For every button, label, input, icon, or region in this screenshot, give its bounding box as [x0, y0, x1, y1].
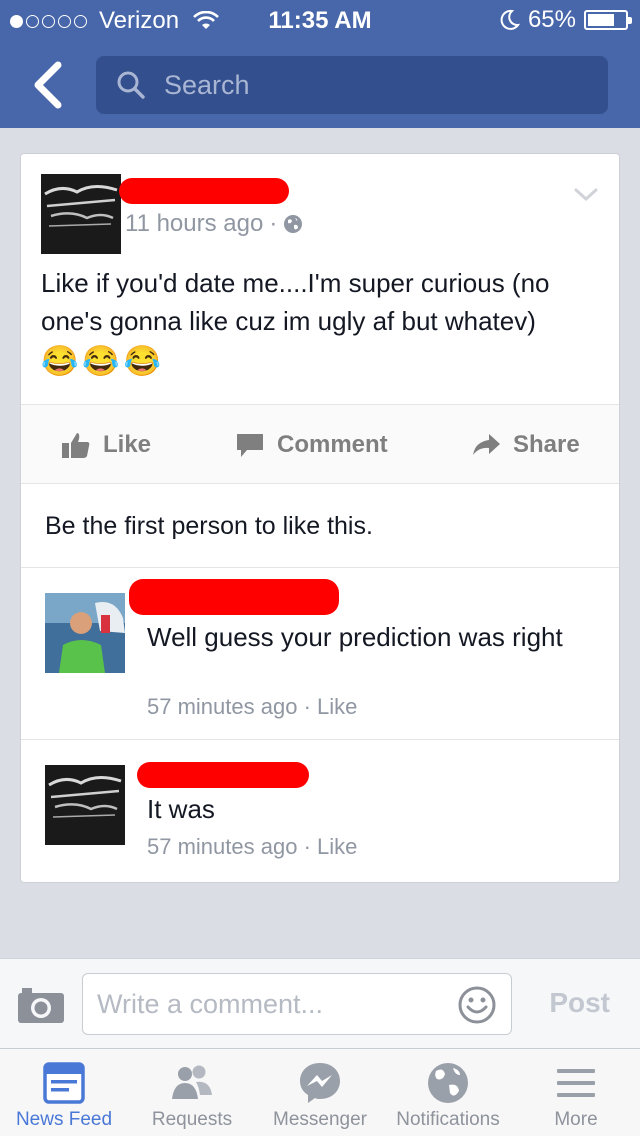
search-bar[interactable] — [96, 56, 608, 114]
smiley-icon[interactable] — [457, 985, 497, 1025]
redacted-name — [137, 762, 309, 788]
globe-icon — [428, 1063, 468, 1103]
tab-notifications[interactable]: Notifications — [384, 1049, 512, 1136]
redacted-name — [129, 579, 339, 615]
tab-label: More — [554, 1109, 598, 1130]
battery-percent: 65% — [527, 6, 576, 33]
like-button[interactable]: Like — [61, 405, 151, 485]
meta-separator: · — [303, 834, 311, 859]
tab-label: Notifications — [396, 1109, 500, 1130]
comment-time: 57 minutes ago — [147, 694, 298, 719]
menu-icon — [557, 1069, 595, 1097]
post-actions: Like Comment Share — [21, 404, 619, 484]
comment-composer: Post — [0, 958, 640, 1048]
status-right: 65% — [500, 6, 632, 34]
meta-separator: · — [303, 694, 311, 719]
comment-text: Well guess your prediction was right — [147, 622, 563, 652]
divider — [21, 739, 619, 740]
comment-like-link[interactable]: Like — [317, 694, 357, 719]
likes-summary: Be the first person to like this. — [45, 512, 373, 540]
search-icon — [117, 71, 145, 99]
comment-meta: 57 minutes ago · Like — [147, 694, 357, 720]
comment-like-link[interactable]: Like — [317, 834, 357, 859]
thumbs-up-icon — [62, 433, 90, 458]
post-meta: 11 hours ago · — [125, 210, 303, 238]
tab-messenger[interactable]: Messenger — [256, 1049, 384, 1136]
post-card: 11 hours ago · Like if you'd date me....… — [20, 153, 620, 883]
comment-meta: 57 minutes ago · Like — [147, 834, 357, 860]
post-button[interactable]: Post — [549, 987, 610, 1019]
tears-of-joy-emoji-icon: 😂 — [123, 345, 162, 378]
top-bar: Verizon 11:35 AM 65% — [0, 0, 640, 128]
redacted-name — [119, 178, 289, 204]
avatar[interactable] — [41, 174, 121, 254]
tab-more[interactable]: More — [512, 1049, 640, 1136]
comment-text: It was — [147, 794, 215, 824]
chevron-down-icon[interactable] — [573, 186, 599, 204]
comment-input[interactable] — [97, 984, 437, 1024]
tab-label: News Feed — [15, 1109, 113, 1130]
friend-requests-icon — [172, 1065, 212, 1099]
commenter-avatar[interactable] — [45, 765, 125, 845]
messenger-icon — [300, 1063, 340, 1103]
battery-icon — [584, 10, 632, 30]
share-arrow-icon — [473, 434, 500, 455]
public-globe-icon — [284, 215, 303, 233]
tab-requests[interactable]: Requests — [128, 1049, 256, 1136]
do-not-disturb-icon — [500, 9, 520, 30]
back-chevron-icon[interactable] — [26, 60, 70, 110]
meta-separator: · — [269, 210, 278, 237]
share-button[interactable]: Share — [471, 405, 580, 485]
comment-button[interactable]: Comment — [235, 405, 388, 485]
search-input[interactable] — [164, 66, 584, 104]
tears-of-joy-emoji-icon: 😂 — [82, 345, 120, 378]
comment-label: Comment — [277, 431, 388, 458]
tears-of-joy-emoji-icon: 😂 — [41, 345, 79, 378]
comment-time: 57 minutes ago — [147, 834, 298, 859]
comment-input-box[interactable] — [82, 973, 512, 1035]
news-feed-icon — [43, 1062, 85, 1104]
post-time: 11 hours ago — [125, 210, 264, 237]
comment-bubble-icon — [237, 434, 263, 457]
camera-icon[interactable] — [16, 985, 66, 1025]
tab-news-feed[interactable]: News Feed — [0, 1049, 128, 1136]
tab-label: Requests — [151, 1109, 233, 1130]
status-bar: Verizon 11:35 AM 65% — [0, 0, 640, 40]
post-text: Like if you'd date me....I'm super curio… — [41, 268, 550, 336]
tab-bar: News Feed Requests Messenger Notificatio… — [0, 1048, 640, 1136]
tab-label: Messenger — [273, 1109, 367, 1130]
commenter-avatar[interactable] — [45, 593, 125, 673]
divider — [21, 567, 619, 568]
like-label: Like — [103, 431, 152, 458]
share-label: Share — [513, 431, 580, 458]
post-emojis: 😂 😂 😂 — [41, 344, 161, 379]
